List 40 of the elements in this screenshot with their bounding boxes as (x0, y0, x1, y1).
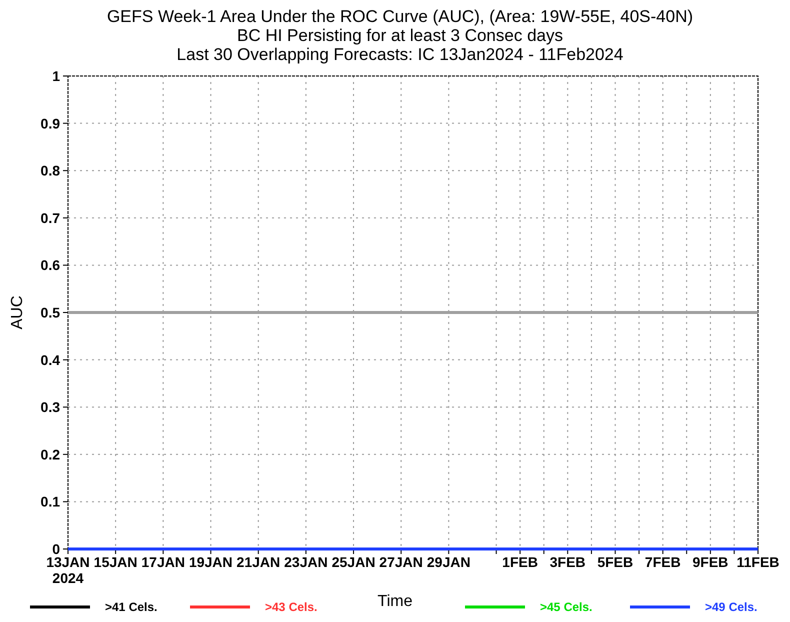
y-tick-label: 0.7 (40, 210, 60, 226)
y-tick-label: 0.8 (40, 162, 60, 179)
legend-swatch (465, 606, 525, 608)
x-tick-label: 27JAN (379, 554, 423, 570)
x-axis-title: Time (378, 593, 412, 610)
y-tick-label: 0.4 (40, 352, 60, 368)
y-tick-label: 1 (52, 68, 60, 84)
x-tick-label: 29JAN (426, 554, 470, 570)
x-tick-label: 19JAN (188, 554, 233, 570)
year-label: 2024 (52, 570, 84, 586)
x-tick-label: 25JAN (332, 554, 376, 570)
x-tick-label: 3FEB (550, 554, 586, 570)
x-tick-label: 7FEB (644, 554, 681, 570)
legend-label: >41 Cels. (105, 600, 158, 614)
x-tick-label: 23JAN (284, 554, 328, 570)
y-tick-label: 0 (52, 541, 60, 557)
y-tick-label: 0.2 (40, 446, 60, 462)
x-tick-label: 17JAN (141, 554, 185, 570)
legend-label: >43 Cels. (265, 600, 318, 614)
y-tick-label: 0.9 (40, 115, 60, 132)
y-axis-title: AUC (9, 296, 26, 330)
y-tick-label: 0.1 (40, 494, 60, 510)
x-tick-label: 11FEB (736, 554, 780, 570)
x-tick-label: 5FEB (597, 554, 634, 570)
y-tick-label: 0.6 (40, 257, 60, 274)
x-tick-label: 21JAN (236, 554, 280, 570)
x-tick-label: 13JAN (46, 554, 90, 570)
x-tick-label: 1FEB (502, 554, 538, 570)
chart-title: BC HI Persisting for at least 3 Consec days (237, 26, 563, 45)
chart-title: GEFS Week-1 Area Under the ROC Curve (AUC), (Area: 19W-55E, 40S-40N) (106, 7, 694, 26)
legend-label: >45 Cels. (540, 600, 592, 614)
y-tick-label: 0.5 (40, 304, 60, 320)
chart-title: Last 30 Overlapping Forecasts: IC 13Jan2024 - 11Feb2024 (176, 45, 624, 64)
x-tick-label: 15JAN (94, 554, 138, 570)
legend-swatch (30, 606, 90, 608)
legend-swatch (190, 606, 250, 608)
legend-swatch (630, 606, 690, 608)
y-tick-label: 0.3 (40, 399, 60, 416)
x-tick-label: 9FEB (692, 554, 728, 570)
legend-label: >49 Cels. (705, 600, 758, 614)
